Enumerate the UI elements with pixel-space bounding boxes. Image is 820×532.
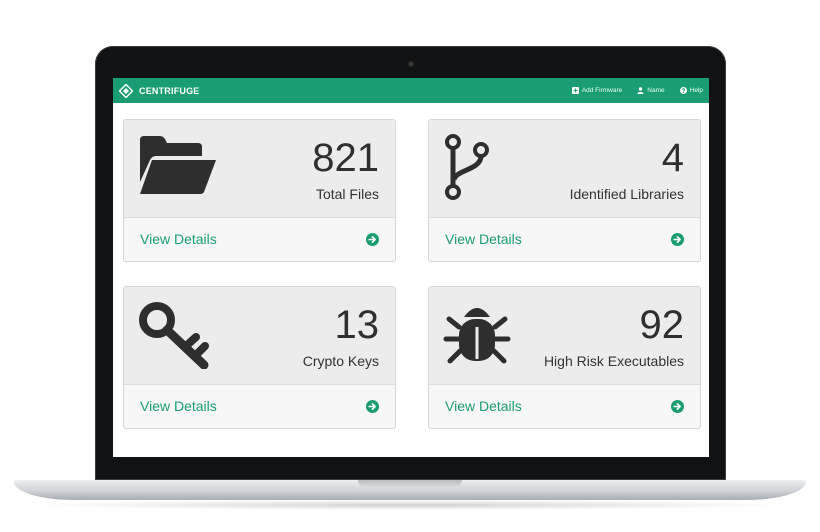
user-name-label: Name — [647, 87, 665, 94]
identified-libraries-label: Identified Libraries — [569, 186, 684, 202]
total-files-count: 821 — [312, 136, 379, 180]
arrow-circle-right-icon[interactable] — [671, 233, 684, 246]
add-firmware-link[interactable]: Add Firmware — [571, 87, 623, 94]
card-header: 13 Crypto Keys — [124, 287, 395, 385]
arrow-circle-right-icon[interactable] — [671, 400, 684, 413]
laptop-shadow — [30, 500, 790, 510]
crypto-keys-label: Crypto Keys — [302, 353, 379, 369]
card-header: 821 Total Files — [124, 120, 395, 218]
camera — [408, 61, 414, 67]
user-icon — [637, 87, 644, 94]
crypto-keys-count: 13 — [334, 303, 380, 347]
folder-open-icon — [140, 136, 216, 194]
nav-links: Add Firmware Name Help — [557, 78, 703, 103]
code-fork-icon — [445, 134, 489, 200]
add-firmware-label: Add Firmware — [581, 87, 623, 94]
laptop-notch — [358, 480, 462, 487]
brand-name: CENTRIFUGE — [139, 85, 200, 96]
total-files-label: Total Files — [315, 186, 379, 202]
arrow-circle-right-icon[interactable] — [366, 233, 379, 246]
identified-libraries-count: 4 — [661, 136, 684, 180]
stat-card-crypto-keys: 13 Crypto Keys View Details — [123, 286, 396, 429]
view-details-link[interactable]: View Details — [140, 398, 217, 414]
card-footer[interactable]: View Details — [429, 385, 700, 428]
view-details-link[interactable]: View Details — [140, 231, 217, 247]
stat-card-high-risk-executables: 92 High Risk Executables View Details — [428, 286, 701, 429]
key-icon — [139, 302, 209, 369]
high-risk-executables-label: High Risk Executables — [543, 353, 684, 369]
centrifuge-logo-icon — [119, 83, 133, 98]
card-footer[interactable]: View Details — [124, 218, 395, 261]
app-screen: CENTRIFUGE Add Firmware Name Help 821 To… — [113, 78, 709, 457]
high-risk-executables-count: 92 — [639, 303, 685, 347]
card-footer[interactable]: View Details — [124, 385, 395, 428]
card-footer[interactable]: View Details — [429, 218, 700, 261]
stat-card-total-files: 821 Total Files View Details — [123, 119, 396, 262]
view-details-link[interactable]: View Details — [445, 231, 522, 247]
plus-square-icon — [571, 87, 579, 94]
stat-card-identified-libraries: 4 Identified Libraries View Details — [428, 119, 701, 262]
help-link[interactable]: Help — [679, 87, 703, 94]
card-header: 92 High Risk Executables — [429, 287, 700, 385]
brand[interactable]: CENTRIFUGE — [119, 78, 200, 103]
arrow-circle-right-icon[interactable] — [366, 400, 379, 413]
help-label: Help — [689, 87, 703, 94]
navbar: CENTRIFUGE Add Firmware Name Help — [113, 78, 709, 103]
bug-icon — [443, 308, 511, 364]
user-name-link[interactable]: Name — [637, 87, 665, 94]
card-header: 4 Identified Libraries — [429, 120, 700, 218]
view-details-link[interactable]: View Details — [445, 398, 522, 414]
question-circle-icon — [679, 87, 687, 94]
